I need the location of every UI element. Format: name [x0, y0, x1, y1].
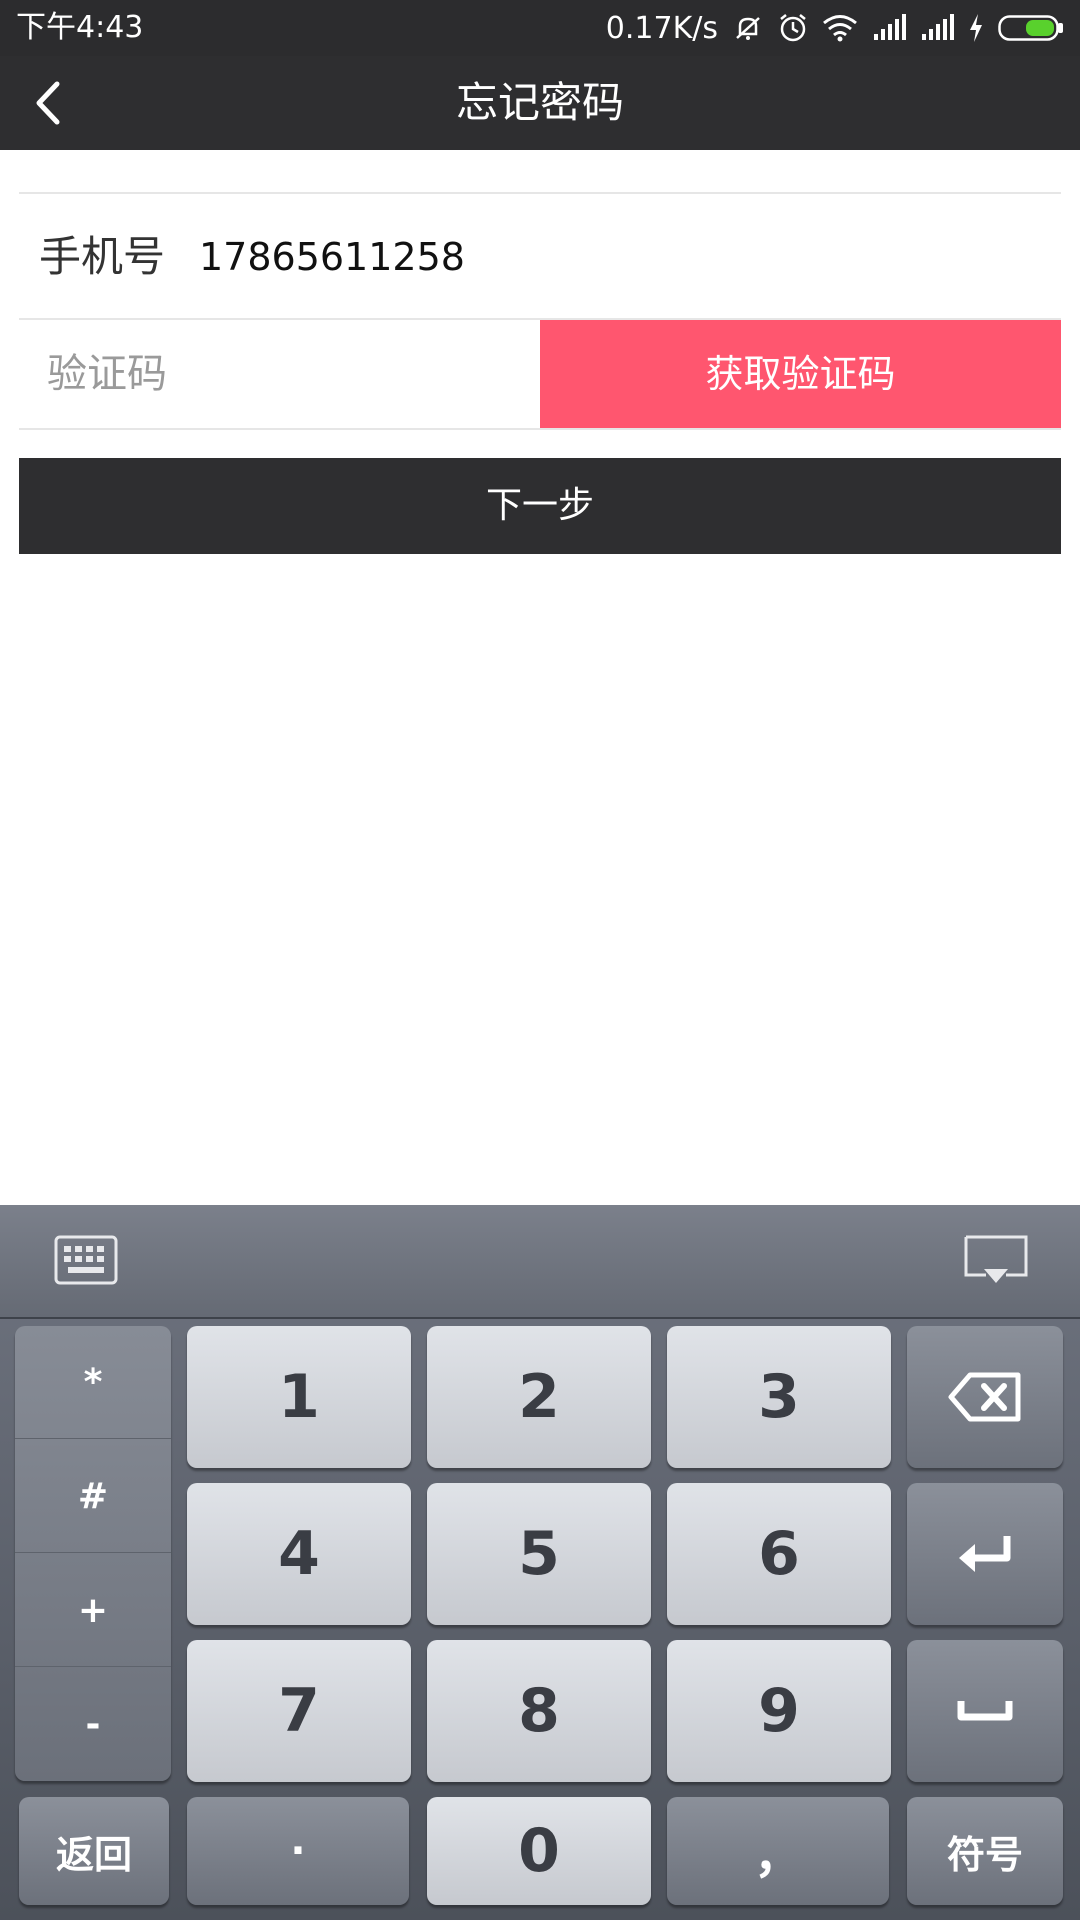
key-2[interactable]: 2 [427, 1326, 651, 1468]
key-hash[interactable]: # [15, 1440, 171, 1553]
mute-icon [732, 8, 764, 48]
divider [19, 428, 1061, 430]
keyboard-toolbar [0, 1205, 1080, 1319]
symbol-column: * # + - [15, 1326, 171, 1781]
key-0[interactable]: 0 [427, 1797, 651, 1905]
signal-icon [872, 8, 906, 48]
get-code-button[interactable]: 获取验证码 [540, 320, 1061, 428]
verification-row: 获取验证码 [19, 320, 1061, 428]
alarm-icon [778, 8, 808, 48]
comma-key[interactable]: ， [667, 1797, 889, 1905]
status-time: 下午4:43 [16, 10, 144, 45]
key-1[interactable]: 1 [187, 1326, 411, 1468]
keyboard-switch-icon[interactable] [54, 1235, 118, 1287]
battery-icon [998, 8, 1064, 48]
dot-key[interactable]: · [187, 1797, 409, 1905]
phone-label: 手机号 [39, 232, 166, 281]
backspace-icon [948, 1372, 1021, 1422]
verification-code-input[interactable] [19, 320, 539, 428]
status-icons: 0.17K/s [606, 8, 1064, 48]
enter-key[interactable] [907, 1483, 1063, 1625]
key-3[interactable]: 3 [667, 1326, 891, 1468]
key-minus[interactable]: - [15, 1668, 171, 1781]
wifi-icon [822, 8, 858, 48]
next-step-button[interactable]: 下一步 [19, 458, 1061, 554]
backspace-key[interactable] [907, 1326, 1063, 1468]
divider [19, 192, 1061, 194]
back-key[interactable]: 返回 [19, 1797, 169, 1905]
phone-row: 手机号 17865611258 [19, 195, 1061, 319]
charging-icon [968, 8, 984, 48]
key-9[interactable]: 9 [667, 1640, 891, 1782]
net-speed: 0.17K/s [605, 10, 718, 46]
enter-icon [959, 1536, 1011, 1572]
key-7[interactable]: 7 [187, 1640, 411, 1782]
space-key[interactable] [907, 1640, 1063, 1782]
symbol-key[interactable]: 符号 [907, 1797, 1063, 1905]
key-8[interactable]: 8 [427, 1640, 651, 1782]
space-icon [957, 1701, 1013, 1721]
signal-icon [920, 8, 954, 48]
key-6[interactable]: 6 [667, 1483, 891, 1625]
status-bar: 下午4:43 0.17K/s [0, 0, 1080, 56]
phone-value: 17865611258 [199, 235, 465, 279]
page-title: 忘记密码 [455, 78, 624, 127]
keyboard-hide-icon[interactable] [964, 1235, 1028, 1287]
key-plus[interactable]: + [15, 1554, 171, 1667]
key-5[interactable]: 5 [427, 1483, 651, 1625]
app-bar: 忘记密码 [0, 56, 1080, 150]
key-asterisk[interactable]: * [15, 1326, 171, 1439]
key-4[interactable]: 4 [187, 1483, 411, 1625]
